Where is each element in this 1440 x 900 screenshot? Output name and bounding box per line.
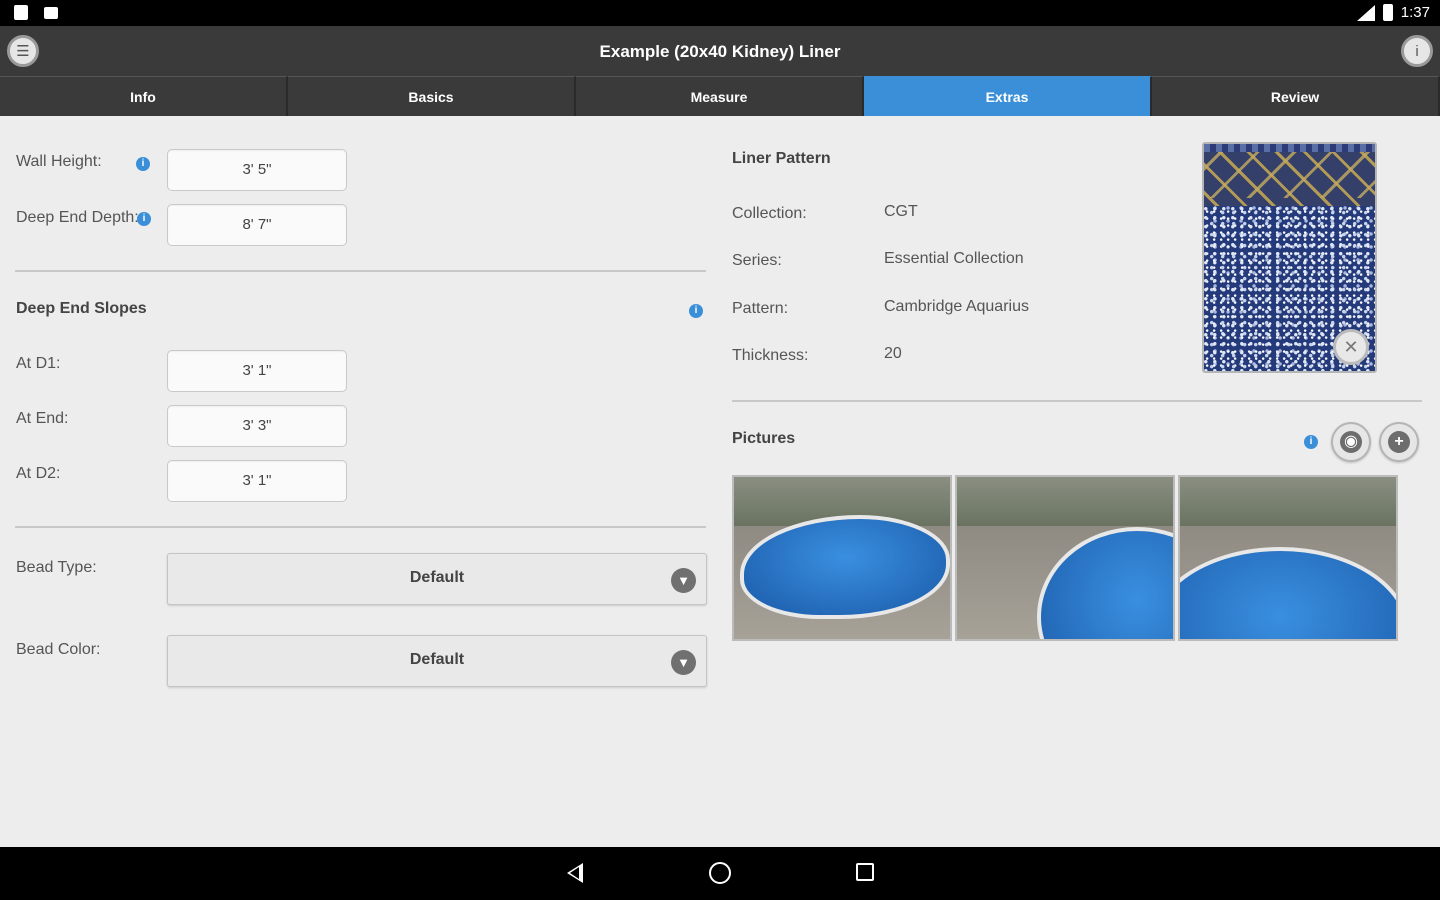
camera-button[interactable]: ◉ [1331,422,1371,462]
pool-photo[interactable] [1178,475,1398,641]
divider [15,526,706,528]
pattern-border-band [1204,144,1375,206]
collection-label: Collection: [732,205,807,222]
slopes-info-icon[interactable]: i [689,304,703,318]
divider [15,270,706,272]
notification-icon [14,5,28,20]
bead-color-select[interactable]: Default ▼ [167,635,707,687]
deep-end-depth-label: Deep End Depth: [16,209,139,226]
divider [732,400,1422,402]
wall-height-info-icon[interactable]: i [136,157,150,171]
bead-type-select[interactable]: Default ▼ [167,553,707,605]
home-icon[interactable] [709,862,731,884]
at-d2-label: At D2: [16,465,61,482]
deep-end-slopes-title: Deep End Slopes [16,300,147,317]
bead-color-value: Default [409,651,465,668]
info-circle-icon: i [1415,42,1419,60]
page-title: Example (20x40 Kidney) Liner [599,42,841,61]
pool-photo[interactable] [955,475,1175,641]
status-time: 1:37 [1400,4,1430,21]
thickness-label: Thickness: [732,347,809,364]
tab-info[interactable]: Info [0,76,288,116]
system-nav-bar [0,847,1440,900]
thickness-value: 20 [884,345,902,362]
at-end-label: At End: [16,410,69,427]
close-icon: ✕ [1343,337,1359,357]
wall-height-field[interactable]: 3' 5" [167,149,347,191]
android-icon [44,7,58,19]
deep-end-depth-field[interactable]: 8' 7" [167,204,347,246]
battery-icon [1382,4,1393,21]
tab-basics[interactable]: Basics [288,76,576,116]
at-d1-label: At D1: [16,355,61,372]
info-button[interactable]: i [1401,35,1433,67]
plus-icon: + [1388,431,1410,453]
tab-extras[interactable]: Extras [864,76,1152,116]
series-value: Essential Collection [884,250,1024,267]
tab-bar: Info Basics Measure Extras Review [0,76,1440,116]
tab-measure[interactable]: Measure [576,76,864,116]
pattern-top-band [1204,144,1375,152]
pool-photo[interactable] [732,475,952,641]
back-icon[interactable] [567,863,583,883]
recent-apps-icon[interactable] [856,863,874,881]
bead-color-label: Bead Color: [16,641,101,658]
bead-type-label: Bead Type: [16,559,97,576]
pattern-value: Cambridge Aquarius [884,298,1029,315]
app-header: ☰ Example (20x40 Kidney) Liner i [0,26,1440,76]
series-label: Series: [732,252,782,269]
camera-icon: ◉ [1340,431,1362,453]
bead-type-value: Default [409,569,465,586]
pattern-label: Pattern: [732,300,789,317]
collection-value: CGT [884,203,918,220]
at-d2-field[interactable]: 3' 1" [167,460,347,502]
pictures-info-icon[interactable]: i [1304,435,1318,449]
deep-end-info-icon[interactable]: i [137,212,151,226]
remove-pattern-button[interactable]: ✕ [1333,329,1369,365]
chevron-down-icon: ▼ [671,568,696,593]
pictures-title: Pictures [732,430,796,447]
wall-height-label: Wall Height: [16,153,102,170]
liner-pattern-swatch[interactable]: ✕ [1202,142,1377,373]
tab-review[interactable]: Review [1152,76,1440,116]
notification-icons [14,5,58,20]
at-end-field[interactable]: 3' 3" [167,405,347,447]
add-picture-button[interactable]: + [1379,422,1419,462]
at-d1-field[interactable]: 3' 1" [167,350,347,392]
signal-icon [1356,4,1375,21]
status-bar: 1:37 [0,0,1440,26]
chevron-down-icon: ▼ [671,650,696,675]
liner-pattern-title: Liner Pattern [732,150,831,167]
